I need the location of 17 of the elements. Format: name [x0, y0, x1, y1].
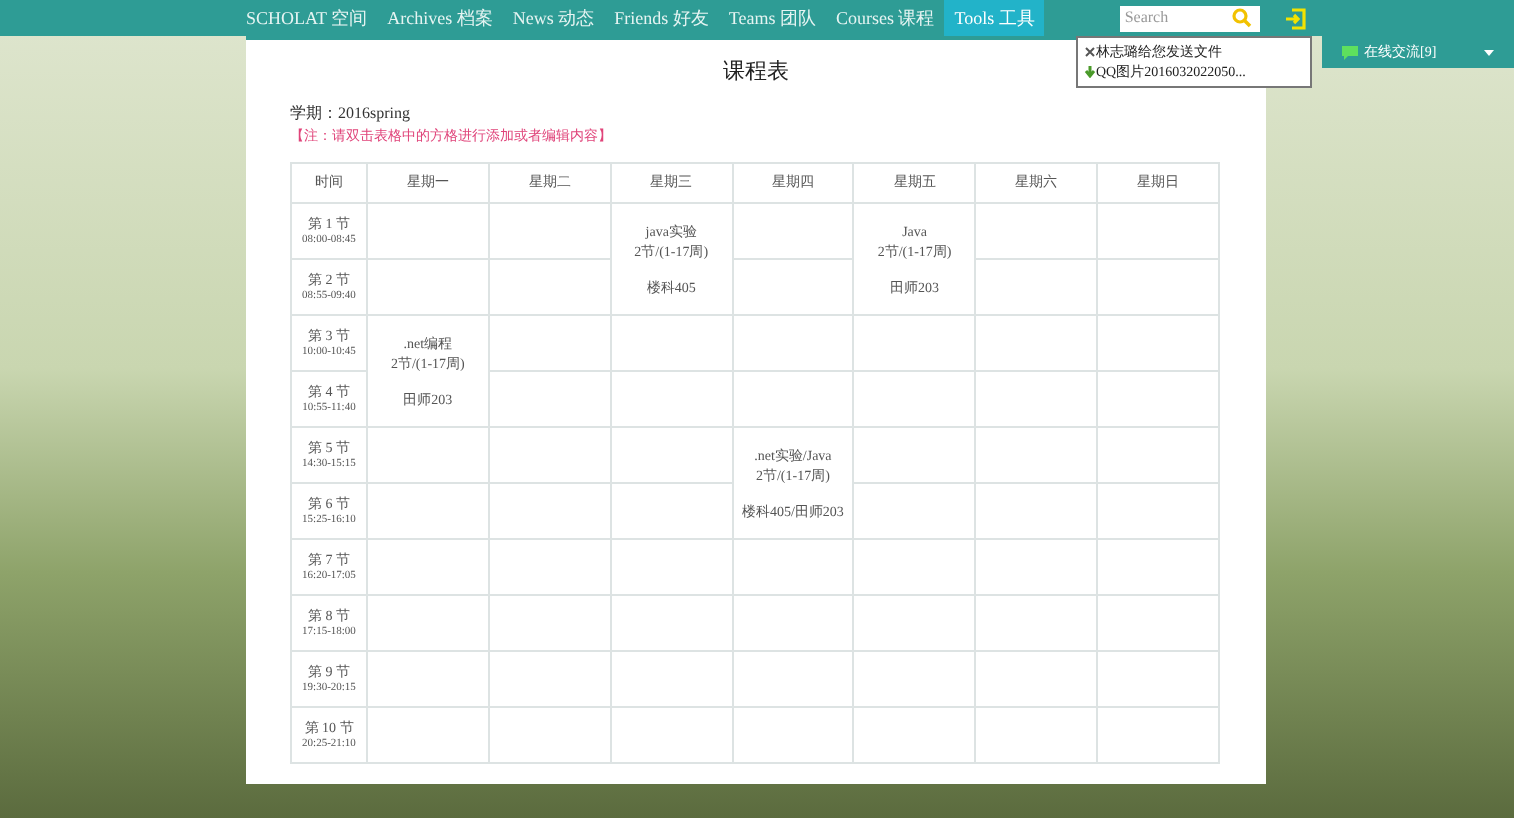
- nav-link[interactable]: SCHOLAT 空间: [236, 0, 378, 36]
- search-box[interactable]: Search: [1120, 5, 1261, 31]
- nav-link[interactable]: Courses 课程: [825, 0, 945, 36]
- nav-link[interactable]: Archives 档案: [377, 0, 503, 36]
- term-label: 学期：2016spring: [290, 101, 412, 125]
- nav-link[interactable]: Tools 工具: [944, 0, 1045, 36]
- exit-icon[interactable]: [1284, 7, 1307, 29]
- nav-link[interactable]: News 动态: [502, 0, 605, 36]
- nav-link[interactable]: Teams 团队: [718, 0, 826, 36]
- search-icon[interactable]: [1232, 8, 1253, 28]
- download-icon: [1084, 66, 1096, 78]
- page-title: 课程表: [723, 56, 789, 88]
- chat-icon: [1342, 45, 1358, 59]
- search-input[interactable]: Search: [1124, 6, 1233, 30]
- caret-icon: [1484, 49, 1494, 55]
- close-icon: [1084, 46, 1096, 58]
- nav-link[interactable]: Friends 好友: [604, 0, 719, 36]
